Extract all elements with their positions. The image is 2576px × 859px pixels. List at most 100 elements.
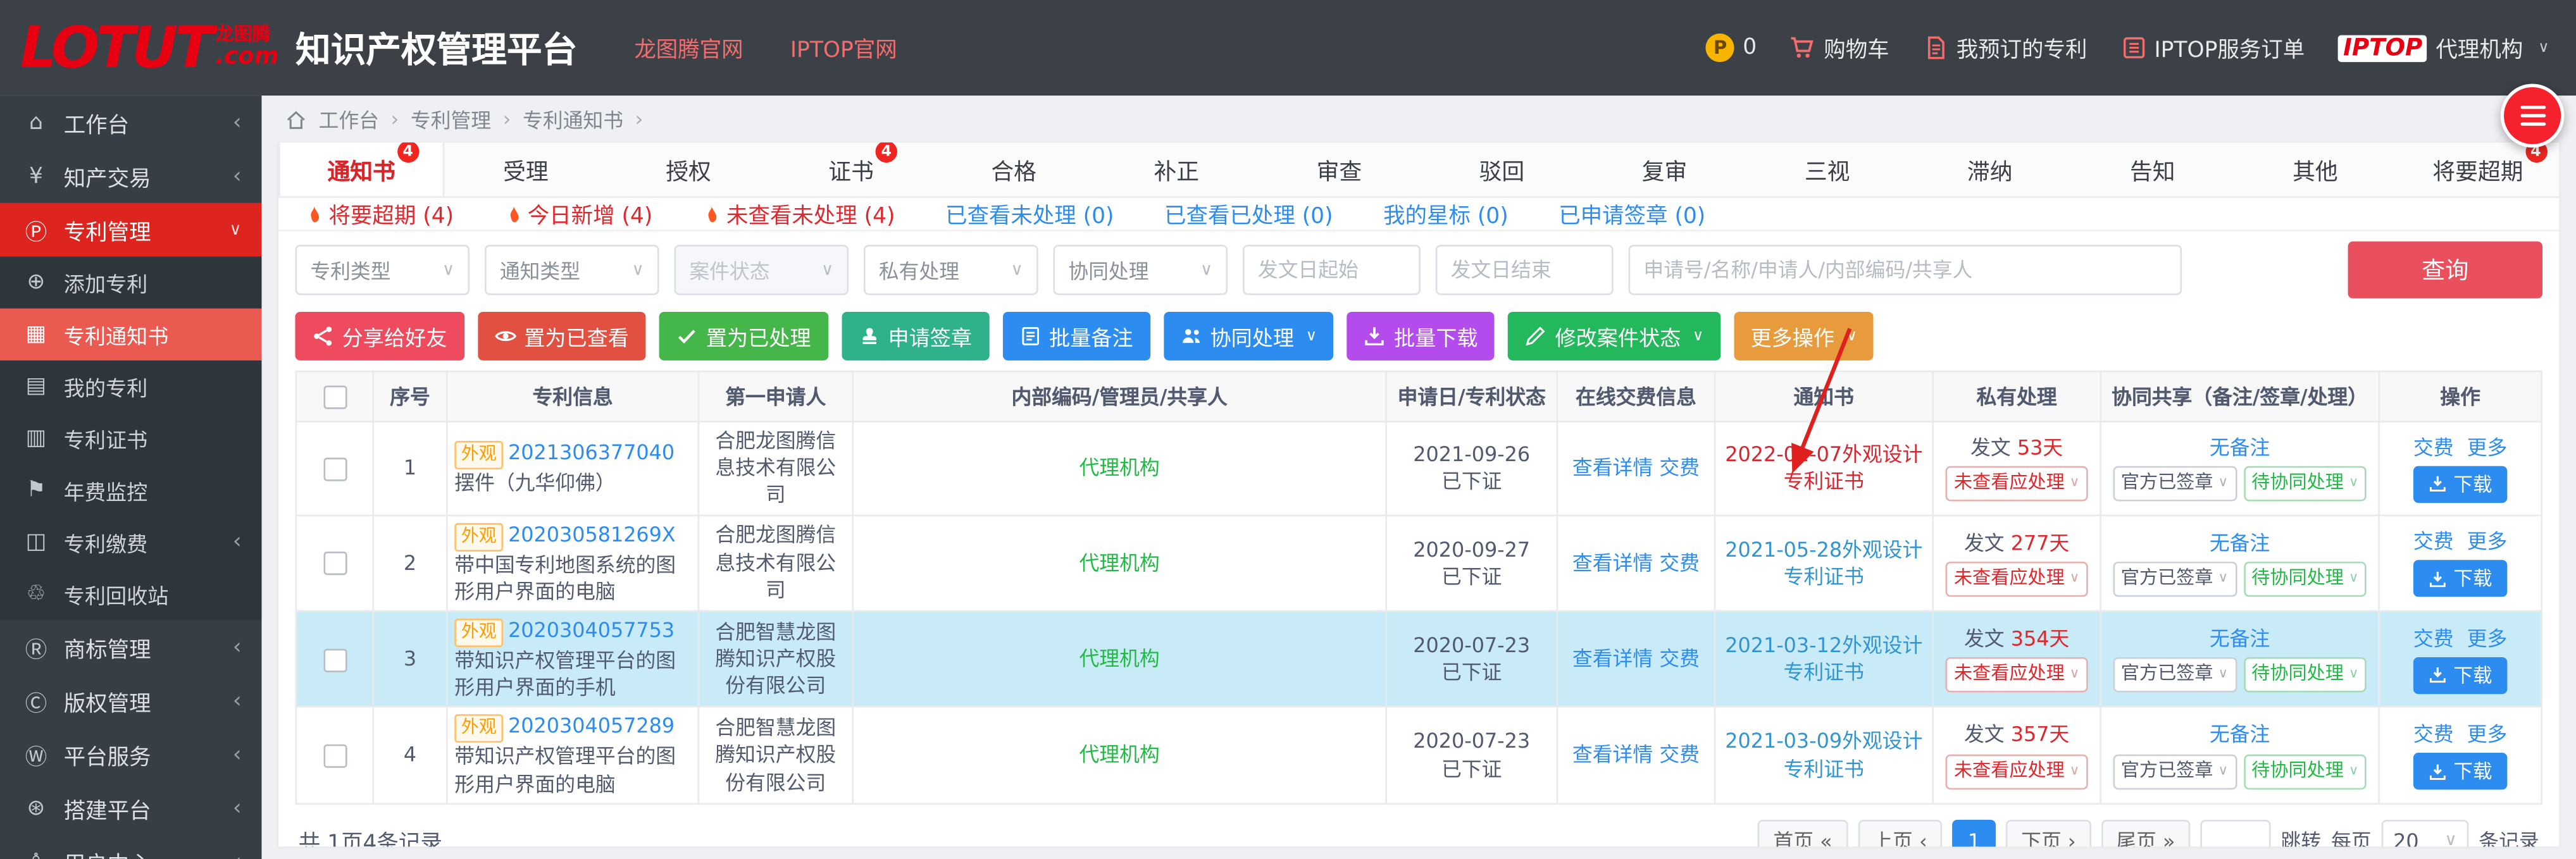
private-status-select[interactable]: 未查看应处理 — [1946, 561, 2088, 596]
private-status-select[interactable]: 未查看应处理 — [1946, 754, 2088, 789]
tab-examination[interactable]: 审查 — [1258, 142, 1421, 196]
pay-link[interactable]: 交费 — [1659, 551, 1700, 574]
tab-rejection[interactable]: 驳回 — [1421, 142, 1583, 196]
download-button[interactable]: 下载 — [2413, 657, 2507, 693]
seal-status-select[interactable]: 官方已签章 — [2113, 754, 2237, 789]
logo[interactable]: LOTUT 龙图腾 .com — [20, 19, 279, 76]
patent-type-select[interactable]: 专利类型 — [295, 245, 470, 295]
pay-link[interactable]: 交费 — [1659, 647, 1700, 671]
note-link[interactable]: 无备注 — [2210, 627, 2270, 650]
tab-notices[interactable]: 通知书4 — [278, 142, 444, 196]
batch-note-button[interactable]: 批量备注 — [1002, 312, 1150, 361]
quick-filter-starred[interactable]: 我的星标 (0) — [1383, 198, 1509, 230]
points-balance[interactable]: P 0 — [1706, 34, 1757, 62]
reserved-patents-button[interactable]: 我预订的专利 — [1923, 32, 2088, 63]
collab-handle-select[interactable]: 协同处理 — [1053, 245, 1228, 295]
quick-filter-viewed-unhandled[interactable]: 已查看未处理 (0) — [945, 198, 1114, 230]
collab-handle-button[interactable]: 协同处理 — [1163, 312, 1333, 361]
download-button[interactable]: 下载 — [2413, 466, 2507, 502]
notice-link[interactable]: 2022-01-07外观设计专利证书 — [1725, 443, 1922, 493]
tab-reexamination[interactable]: 复审 — [1583, 142, 1746, 196]
collab-status-select[interactable]: 待协同处理 — [2243, 658, 2367, 693]
more-action-link[interactable]: 更多 — [2467, 528, 2508, 555]
breadcrumb-patent-notices[interactable]: 专利通知书 — [523, 105, 623, 133]
download-button[interactable]: 下载 — [2413, 560, 2507, 597]
tab-correction[interactable]: 补正 — [1095, 142, 1258, 196]
download-button[interactable]: 下载 — [2413, 753, 2507, 789]
sidebar-item-patent-management[interactable]: Ⓟ 专利管理 — [0, 203, 261, 257]
sidebar-item-add-patent[interactable]: ⊕ 添加专利 — [0, 257, 261, 309]
pay-action-link[interactable]: 交费 — [2413, 720, 2454, 748]
jump-label[interactable]: 跳转 — [2280, 827, 2321, 846]
notice-link[interactable]: 2021-05-28外观设计专利证书 — [1725, 538, 1922, 588]
row-checkbox[interactable] — [323, 745, 346, 768]
sidebar-item-annual-fee-monitor[interactable]: ⚑ 年费监控 — [0, 464, 261, 516]
more-actions-button[interactable]: 更多操作 — [1734, 312, 1874, 361]
row-checkbox[interactable] — [323, 457, 346, 481]
dispatch-date-end-input[interactable] — [1436, 245, 1614, 295]
tab-certificate[interactable]: 证书4 — [770, 142, 933, 196]
seal-status-select[interactable]: 官方已签章 — [2113, 467, 2237, 502]
notice-link[interactable]: 2021-03-09外观设计专利证书 — [1725, 730, 1922, 781]
sidebar-item-trademark-management[interactable]: Ⓡ 商标管理 — [0, 621, 261, 674]
sidebar-item-patent-notices[interactable]: ▦ 专利通知书 — [0, 309, 261, 361]
keyword-input[interactable] — [1629, 245, 2182, 295]
pay-action-link[interactable]: 交费 — [2413, 434, 2454, 461]
case-status-select[interactable]: 案件状态 — [674, 245, 849, 295]
floating-menu-button[interactable] — [2501, 84, 2565, 148]
quick-filter-expiring[interactable]: 将要超期 (4) — [305, 198, 454, 230]
sidebar-item-ip-trade[interactable]: ¥ 知产交易 — [0, 149, 261, 203]
patent-number-link[interactable]: 2020304057753 — [508, 619, 675, 642]
view-detail-link[interactable]: 查看详情 — [1572, 551, 1653, 574]
row-checkbox[interactable] — [323, 648, 346, 671]
sidebar-item-workbench[interactable]: ⌂ 工作台 — [0, 96, 261, 149]
private-status-select[interactable]: 未查看应处理 — [1946, 467, 2088, 502]
quick-filter-viewed-handled[interactable]: 已查看已处理 (0) — [1164, 198, 1333, 230]
first-page-button[interactable]: 首页 « — [1758, 819, 1848, 846]
more-action-link[interactable]: 更多 — [2467, 624, 2508, 652]
mark-handled-button[interactable]: 置为已处理 — [659, 312, 828, 361]
view-detail-link[interactable]: 查看详情 — [1572, 743, 1653, 767]
sidebar-item-platform-services[interactable]: Ⓦ 平台服务 — [0, 727, 261, 781]
prev-page-button[interactable]: 上页 ‹ — [1857, 819, 1942, 846]
dispatch-date-start-input[interactable] — [1243, 245, 1421, 295]
sidebar-item-patent-payment[interactable]: ◫ 专利缴费 — [0, 516, 261, 568]
quick-filter-new-today[interactable]: 今日新增 (4) — [504, 198, 653, 230]
nav-lotut-site-link[interactable]: 龙图腾官网 — [634, 32, 743, 63]
sidebar-item-copyright-management[interactable]: Ⓒ 版权管理 — [0, 674, 261, 727]
share-button[interactable]: 分享给好友 — [295, 312, 463, 361]
note-link[interactable]: 无备注 — [2210, 723, 2270, 746]
quick-filter-unviewed-unhandled[interactable]: 未查看未处理 (4) — [703, 198, 895, 230]
pay-action-link[interactable]: 交费 — [2413, 528, 2454, 555]
row-checkbox[interactable] — [323, 552, 346, 575]
page-1-button[interactable]: 1 — [1952, 819, 1996, 846]
collab-status-select[interactable]: 待协同处理 — [2243, 467, 2367, 502]
patent-number-link[interactable]: 2020304057289 — [508, 715, 675, 738]
private-handle-select[interactable]: 私有处理 — [864, 245, 1038, 295]
pay-action-link[interactable]: 交费 — [2413, 624, 2454, 652]
notice-link[interactable]: 2021-03-12外观设计专利证书 — [1725, 634, 1922, 684]
apply-seal-button[interactable]: 申请签章 — [841, 312, 988, 361]
tab-grant[interactable]: 授权 — [607, 142, 769, 196]
sidebar-item-patent-certificates[interactable]: ▥ 专利证书 — [0, 412, 261, 464]
breadcrumb-workbench[interactable]: 工作台 — [319, 105, 379, 133]
sidebar-item-build-platform[interactable]: ⊛ 搭建平台 — [0, 781, 261, 835]
batch-download-button[interactable]: 批量下载 — [1347, 312, 1495, 361]
notice-type-select[interactable]: 通知类型 — [485, 245, 659, 295]
more-action-link[interactable]: 更多 — [2467, 720, 2508, 748]
note-link[interactable]: 无备注 — [2210, 436, 2270, 460]
select-all-checkbox[interactable] — [323, 385, 346, 409]
collab-status-select[interactable]: 待协同处理 — [2243, 754, 2367, 789]
tab-acceptance[interactable]: 受理 — [444, 142, 607, 196]
more-action-link[interactable]: 更多 — [2467, 434, 2508, 461]
patent-number-link[interactable]: 2021306377040 — [508, 442, 675, 465]
sidebar-item-user-center[interactable]: ♙ 用户中心 — [0, 835, 261, 859]
note-link[interactable]: 无备注 — [2210, 531, 2270, 554]
tab-notification[interactable]: 告知 — [2071, 142, 2234, 196]
iptop-orders-button[interactable]: IPTOP服务订单 — [2120, 32, 2305, 63]
view-detail-link[interactable]: 查看详情 — [1572, 647, 1653, 671]
tab-late-fee[interactable]: 滞纳 — [1908, 142, 2071, 196]
seal-status-select[interactable]: 官方已签章 — [2113, 561, 2237, 596]
sidebar-item-my-patents[interactable]: ▤ 我的专利 — [0, 361, 261, 412]
next-page-button[interactable]: 下页 › — [2006, 819, 2091, 846]
